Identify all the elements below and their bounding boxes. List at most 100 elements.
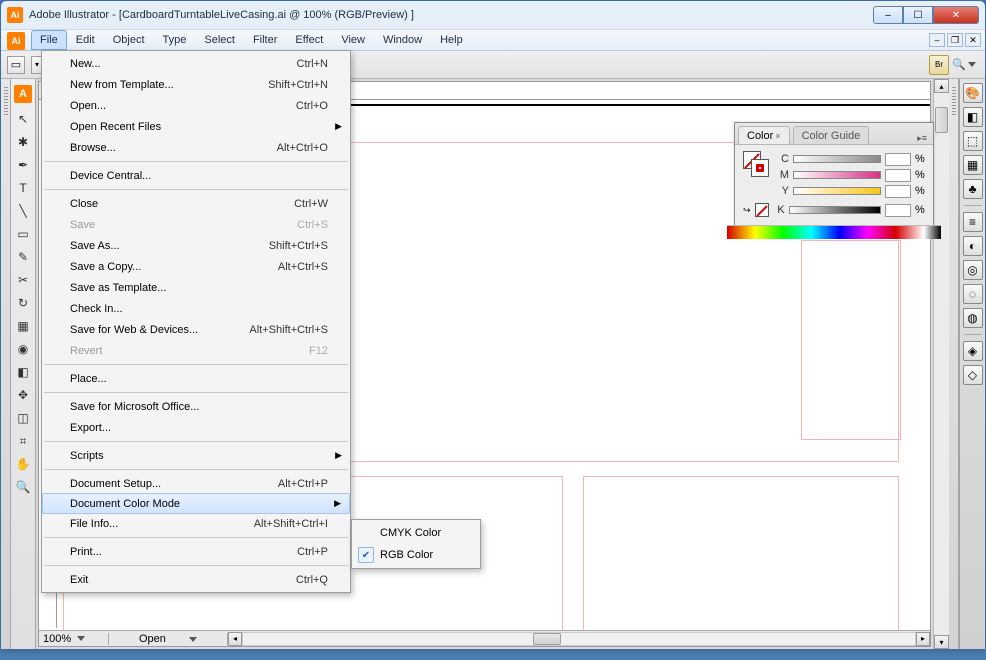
none-color-icon[interactable]	[755, 203, 769, 217]
scroll-track[interactable]	[242, 632, 916, 646]
tab-color-guide[interactable]: Color Guide	[793, 126, 870, 144]
menu-edit[interactable]: Edit	[67, 30, 104, 50]
color-spectrum[interactable]	[727, 225, 941, 239]
tool-1[interactable]: ✱	[11, 131, 35, 153]
menu-item-save-as[interactable]: Save As...Shift+Ctrl+S	[42, 235, 350, 256]
submenu-item-cmyk-color[interactable]: CMYK Color	[352, 522, 480, 544]
y-value-field[interactable]	[885, 185, 911, 198]
vertical-scrollbar[interactable]: ▴ ▾	[933, 79, 949, 649]
scroll-thumb[interactable]	[533, 633, 561, 645]
fill-stroke-swatch[interactable]	[743, 151, 769, 177]
submenu-item-rgb-color[interactable]: ✔RGB Color	[352, 544, 480, 566]
menu-item-export[interactable]: Export...	[42, 417, 350, 438]
k-slider[interactable]	[789, 206, 881, 214]
tool-14[interactable]: ⌗	[11, 430, 35, 452]
m-slider[interactable]	[793, 171, 881, 179]
menu-item-new-from-template[interactable]: New from Template...Shift+Ctrl+N	[42, 74, 350, 95]
menu-window[interactable]: Window	[374, 30, 431, 50]
dock-icon[interactable]: ◎	[963, 260, 983, 280]
dock-icon[interactable]: 🎨	[963, 83, 983, 103]
menu-item-open[interactable]: Open...Ctrl+O	[42, 95, 350, 116]
close-button[interactable]: ✕	[933, 6, 979, 24]
tool-16[interactable]: 🔍	[11, 476, 35, 498]
dock-icon[interactable]: ◈	[963, 341, 983, 361]
search-icon[interactable]: 🔍	[955, 56, 973, 74]
menu-file[interactable]: File	[31, 30, 67, 50]
last-color-arrow-icon[interactable]: ↪	[743, 205, 751, 216]
menu-item-save-for-microsoft-office[interactable]: Save for Microsoft Office...	[42, 396, 350, 417]
scroll-thumb-vertical[interactable]	[935, 107, 948, 133]
menu-filter[interactable]: Filter	[244, 30, 286, 50]
tool-7[interactable]: ✂	[11, 269, 35, 291]
menu-item-open-recent-files[interactable]: Open Recent Files▶	[42, 116, 350, 137]
menu-item-browse[interactable]: Browse...Alt+Ctrl+O	[42, 137, 350, 158]
app-menu-icon[interactable]: Ai	[7, 32, 25, 50]
y-slider[interactable]	[793, 187, 881, 195]
titlebar[interactable]: Ai Adobe Illustrator - [CardboardTurntab…	[1, 1, 985, 29]
tool-12[interactable]: ✥	[11, 384, 35, 406]
maximize-button[interactable]: ☐	[903, 6, 933, 24]
dock-icon[interactable]: ≡	[963, 212, 983, 232]
tool-10[interactable]: ◉	[11, 338, 35, 360]
menu-item-scripts[interactable]: Scripts▶	[42, 445, 350, 466]
menu-effect[interactable]: Effect	[286, 30, 332, 50]
toolbox-collapse-strip[interactable]	[1, 79, 11, 649]
dock-icon[interactable]: ◇	[963, 365, 983, 385]
scroll-right-button[interactable]: ▸	[916, 632, 930, 646]
horizontal-scrollbar[interactable]: ◂ ▸	[228, 632, 930, 646]
menu-view[interactable]: View	[332, 30, 374, 50]
menu-item-check-in[interactable]: Check In...	[42, 298, 350, 319]
tool-4[interactable]: ╲	[11, 200, 35, 222]
tool-8[interactable]: ↻	[11, 292, 35, 314]
dock-icon[interactable]: ◐	[963, 236, 983, 256]
menu-help[interactable]: Help	[431, 30, 472, 50]
zoom-field[interactable]: 100%	[39, 633, 109, 645]
menu-item-new[interactable]: New...Ctrl+N	[42, 53, 350, 74]
tool-3[interactable]: T	[11, 177, 35, 199]
tool-6[interactable]: ✎	[11, 246, 35, 268]
tool-15[interactable]: ✋	[11, 453, 35, 475]
mdi-restore-button[interactable]: ❐	[947, 33, 963, 47]
menu-item-save-a-copy[interactable]: Save a Copy...Alt+Ctrl+S	[42, 256, 350, 277]
tab-color[interactable]: Color×	[738, 126, 790, 144]
menu-item-save-as-template[interactable]: Save as Template...	[42, 277, 350, 298]
scroll-down-button[interactable]: ▾	[934, 635, 949, 649]
go-bridge-button[interactable]: Br	[929, 55, 949, 75]
dock-icon[interactable]: ▦	[963, 155, 983, 175]
menu-item-document-setup[interactable]: Document Setup...Alt+Ctrl+P	[42, 473, 350, 494]
menu-item-save-for-web-devices[interactable]: Save for Web & Devices...Alt+Shift+Ctrl+…	[42, 319, 350, 340]
noselection-icon[interactable]: ▭	[7, 56, 25, 74]
status-tool-display[interactable]: Open	[109, 633, 228, 645]
c-slider[interactable]	[793, 155, 881, 163]
mdi-close-button[interactable]: ✕	[965, 33, 981, 47]
tool-2[interactable]: ✒	[11, 154, 35, 176]
dock-icon[interactable]: ◌	[963, 284, 983, 304]
menu-item-device-central[interactable]: Device Central...	[42, 165, 350, 186]
stroke-swatch[interactable]	[751, 159, 769, 177]
menu-select[interactable]: Select	[195, 30, 244, 50]
minimize-button[interactable]: –	[873, 6, 903, 24]
k-value-field[interactable]	[885, 204, 911, 217]
tool-0[interactable]: ↖	[11, 108, 35, 130]
tool-13[interactable]: ◫	[11, 407, 35, 429]
menu-item-document-color-mode[interactable]: Document Color Mode▶	[42, 493, 350, 514]
menu-item-print[interactable]: Print...Ctrl+P	[42, 541, 350, 562]
dock-icon[interactable]: ◍	[963, 308, 983, 328]
dock-icon[interactable]: ♣	[963, 179, 983, 199]
scroll-track-vertical[interactable]	[934, 93, 949, 635]
tool-11[interactable]: ◧	[11, 361, 35, 383]
menu-item-close[interactable]: CloseCtrl+W	[42, 193, 350, 214]
close-icon[interactable]: ×	[775, 131, 780, 141]
c-value-field[interactable]	[885, 153, 911, 166]
menu-item-exit[interactable]: ExitCtrl+Q	[42, 569, 350, 590]
scroll-left-button[interactable]: ◂	[228, 632, 242, 646]
dock-collapse-strip[interactable]	[949, 79, 959, 649]
m-value-field[interactable]	[885, 169, 911, 182]
dock-icon[interactable]: ⬚	[963, 131, 983, 151]
panel-menu-button[interactable]: ▸≡	[911, 133, 933, 144]
menu-item-file-info[interactable]: File Info...Alt+Shift+Ctrl+I	[42, 513, 350, 534]
color-panel[interactable]: Color× Color Guide ▸≡ C%M%Y% ↪ K %	[734, 122, 934, 236]
menu-type[interactable]: Type	[154, 30, 196, 50]
tool-5[interactable]: ▭	[11, 223, 35, 245]
dock-icon[interactable]: ◧	[963, 107, 983, 127]
